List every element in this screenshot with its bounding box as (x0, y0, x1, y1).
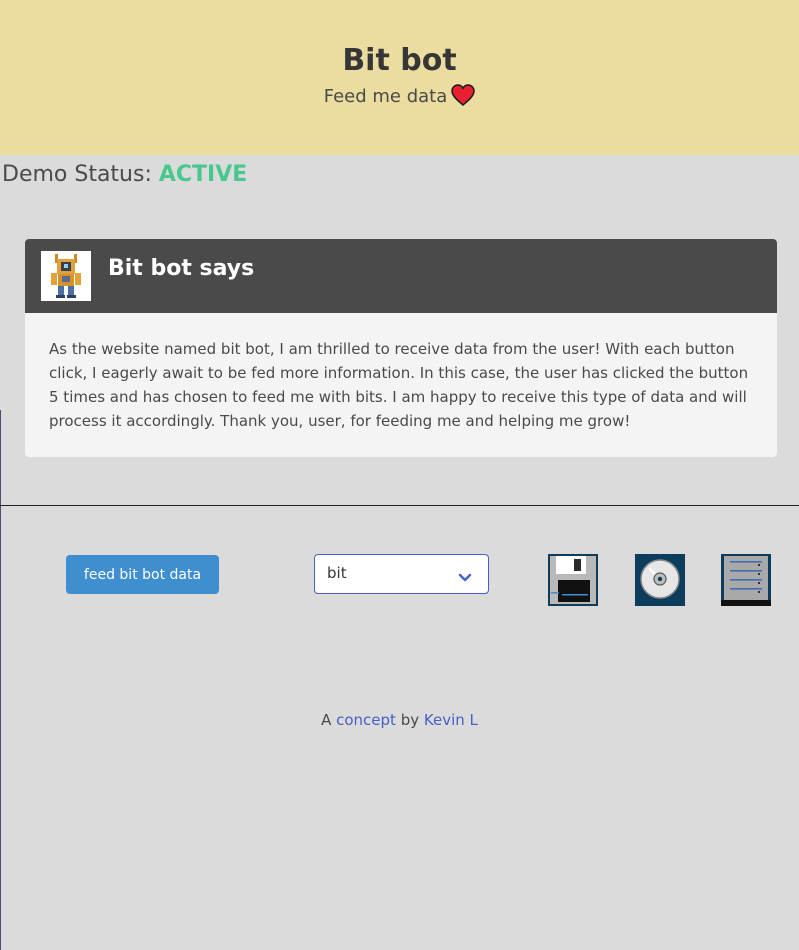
page-title: Bit bot (342, 43, 457, 78)
cd-disc-icon[interactable] (635, 554, 685, 606)
message-body: As the website named bit bot, I am thril… (49, 340, 749, 430)
bot-message: Bit bot says As the website named bit bo… (25, 239, 777, 457)
message-title: Bit bot says (108, 256, 255, 281)
demo-status: Demo Status: ACTIVE (2, 160, 247, 190)
floppy-disk-icon[interactable] (548, 554, 598, 606)
author-link[interactable]: Kevin L (424, 711, 478, 729)
data-type-select[interactable]: bit (314, 554, 489, 594)
status-label: Demo Status: (2, 162, 152, 187)
data-type-select-value: bit (327, 564, 347, 582)
server-rack-icon[interactable] (721, 554, 771, 606)
page-footer: A concept by Kevin L (0, 709, 799, 731)
status-value: ACTIVE (158, 162, 248, 187)
concept-link[interactable]: concept (336, 711, 396, 729)
feed-data-button[interactable]: feed bit bot data (66, 555, 219, 594)
chevron-down-icon (458, 568, 472, 587)
heart-icon (451, 84, 476, 114)
hero-banner: Bit bot Feed me data (0, 0, 799, 155)
page-subtitle: Feed me data (0, 84, 799, 114)
section-divider (0, 505, 799, 506)
robot-icon (41, 251, 91, 301)
footer-by: by (400, 711, 420, 729)
subtitle-text: Feed me data (323, 86, 448, 107)
message-header: Bit bot says (25, 239, 777, 313)
footer-prefix: A (321, 711, 332, 729)
